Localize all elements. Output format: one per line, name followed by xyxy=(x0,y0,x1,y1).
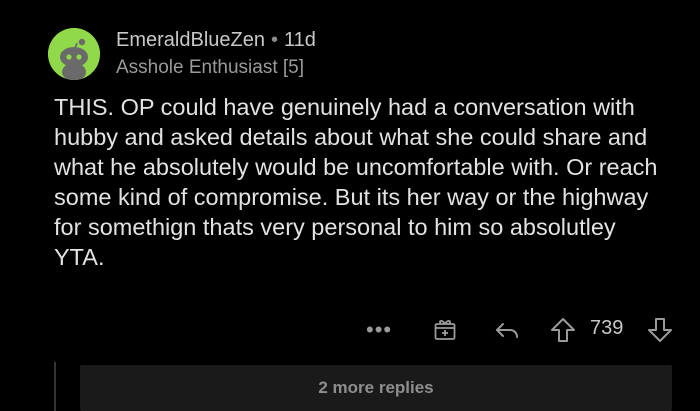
vote-score: 739 xyxy=(590,317,624,339)
upvote-button[interactable] xyxy=(549,316,577,344)
award-button[interactable] xyxy=(432,316,458,342)
user-avatar[interactable] xyxy=(48,28,100,80)
downvote-button[interactable] xyxy=(646,316,674,344)
more-replies-button[interactable]: 2 more replies xyxy=(80,365,672,411)
author-username[interactable]: EmeraldBlueZen xyxy=(116,29,265,51)
user-flair: Asshole Enthusiast [5] xyxy=(116,57,304,78)
reply-button[interactable] xyxy=(494,317,520,343)
reply-arrow-icon xyxy=(496,323,518,338)
comment-action-bar: ••• 739 xyxy=(0,313,700,347)
more-options-button[interactable]: ••• xyxy=(366,317,392,343)
downvote-arrow-icon xyxy=(648,318,672,342)
comment-body: THIS. OP could have genuinely had a conv… xyxy=(54,94,658,270)
comment-header: EmeraldBlueZen • 11d xyxy=(116,29,316,52)
award-gift-icon xyxy=(434,320,456,340)
snoo-avatar-icon xyxy=(48,28,100,80)
header-separator: • xyxy=(270,29,278,51)
upvote-arrow-icon xyxy=(551,318,575,342)
thread-line[interactable] xyxy=(54,362,56,411)
comment-age: 11d xyxy=(283,29,316,51)
